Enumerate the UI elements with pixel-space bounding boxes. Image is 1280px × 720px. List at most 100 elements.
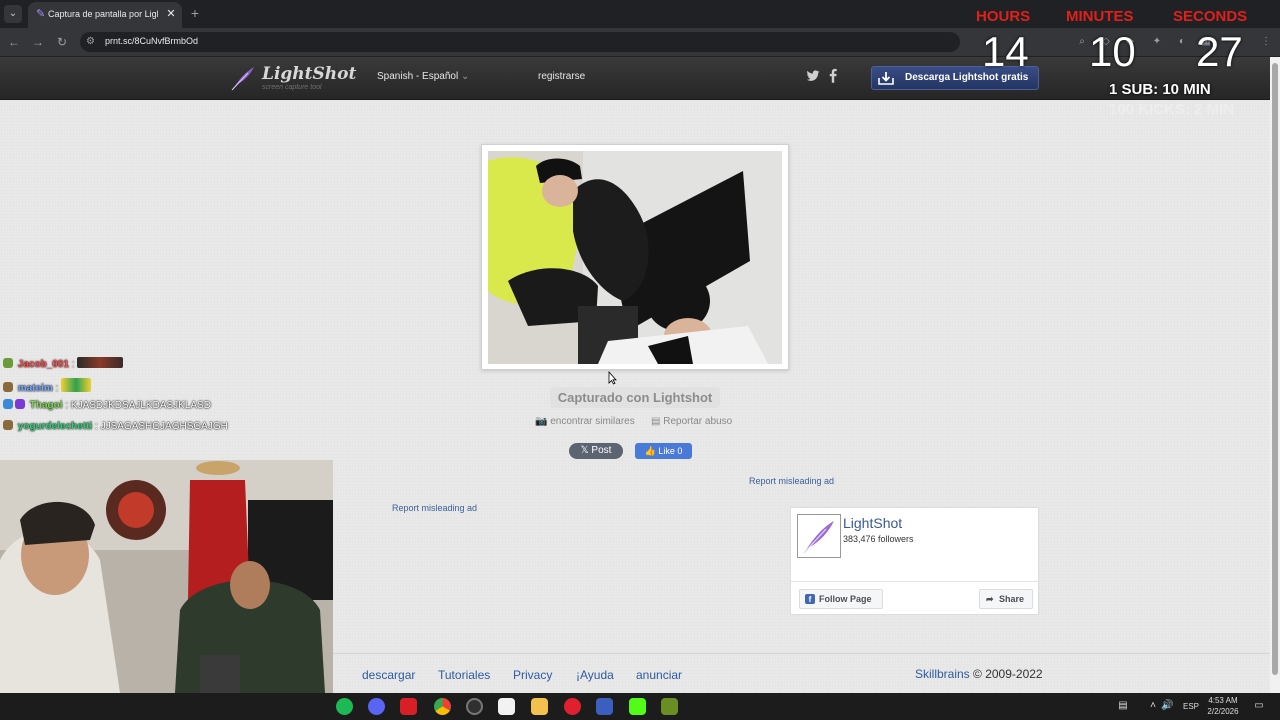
register-link[interactable]: registrarse bbox=[538, 71, 585, 82]
subathon-kick-rule: 100 KICKS: 2 MIN bbox=[1109, 101, 1235, 118]
extension-icon[interactable]: ◐ bbox=[1175, 34, 1189, 50]
subathon-sub-rule: 1 SUB: 10 MIN bbox=[1109, 81, 1211, 98]
footer-divider bbox=[333, 653, 1270, 654]
file-explorer-icon[interactable] bbox=[531, 698, 548, 715]
chat-badge-icon bbox=[15, 399, 25, 409]
url-text[interactable]: prnt.sc/8CuNvfBrmbOd bbox=[105, 36, 198, 46]
clock-date[interactable]: 2/2/2026 bbox=[1203, 707, 1243, 716]
like-label: Like 0 bbox=[658, 446, 683, 456]
facebook-icon[interactable] bbox=[829, 68, 837, 83]
capcut-icon[interactable] bbox=[498, 698, 515, 715]
screenshot-image[interactable] bbox=[488, 151, 782, 364]
address-bar[interactable]: ⚙ prnt.sc/8CuNvfBrmbOd bbox=[80, 32, 960, 52]
language-select[interactable]: Spanish - Español ⌄ bbox=[377, 71, 469, 82]
site-info-icon[interactable]: ⚙ bbox=[86, 35, 98, 49]
volume-icon[interactable]: 🔊 bbox=[1161, 700, 1173, 712]
feather-logo-icon bbox=[231, 67, 254, 91]
input-language[interactable]: ESP bbox=[1183, 702, 1199, 711]
emote-image bbox=[61, 378, 92, 392]
spotify-icon[interactable] bbox=[336, 698, 353, 715]
download-icon bbox=[878, 72, 894, 85]
clock-time[interactable]: 4:53 AM bbox=[1203, 696, 1243, 705]
divider bbox=[791, 581, 1040, 582]
fb-followers: 383,476 followers bbox=[843, 534, 914, 544]
discord-icon[interactable] bbox=[368, 698, 385, 715]
zoom-icon[interactable]: ⌕ bbox=[1075, 34, 1089, 50]
emote-image bbox=[77, 357, 124, 368]
extension-icon[interactable]: ✦ bbox=[1150, 34, 1164, 50]
footer-link-download[interactable]: descargar bbox=[362, 668, 415, 682]
tab-close-icon[interactable]: ✕ bbox=[164, 7, 178, 21]
chat-message: Thagoi : KJASDJKDSAJLKDASJKLASD bbox=[3, 399, 211, 415]
timer-seconds-label: SECONDS bbox=[1173, 8, 1248, 25]
footer-link-help[interactable]: ¡Ayuda bbox=[576, 668, 614, 682]
report-abuse-label: Reportar abuso bbox=[663, 416, 733, 427]
footer-link-advertise[interactable]: anunciar bbox=[636, 668, 682, 682]
find-similar-link[interactable]: 📷 encontrar similares bbox=[535, 416, 635, 427]
share-label: Share bbox=[999, 594, 1025, 604]
skillbrains-link[interactable]: Skillbrains bbox=[915, 667, 970, 681]
chat-message: Jacob_001 : bbox=[3, 357, 124, 373]
keyboard-icon[interactable]: ▤ bbox=[1117, 700, 1129, 712]
chevron-up-icon[interactable]: ˄ bbox=[1147, 700, 1159, 712]
captured-with-label: Capturado con Lightshot bbox=[550, 387, 720, 408]
screenshot-frame bbox=[481, 144, 789, 370]
tab-search-icon[interactable]: ⌄ bbox=[4, 5, 22, 23]
chat-message: mateim : bbox=[3, 378, 92, 394]
forward-icon[interactable]: → bbox=[30, 34, 46, 50]
feather-logo-icon bbox=[803, 521, 834, 554]
chat-badge-icon bbox=[3, 420, 13, 430]
timer-minutes-label: MINUTES bbox=[1066, 8, 1134, 25]
logo-subtitle: screen capture tool bbox=[262, 84, 322, 91]
twitter-icon[interactable] bbox=[806, 69, 820, 83]
screenshot-photo bbox=[488, 151, 782, 364]
report-icon: ▤ bbox=[651, 416, 661, 427]
kick-icon[interactable] bbox=[629, 698, 646, 715]
app-icon[interactable] bbox=[596, 698, 613, 715]
footer-link-privacy[interactable]: Privacy bbox=[513, 668, 552, 682]
new-tab-icon[interactable]: + bbox=[187, 5, 203, 21]
report-misleading-ad-right[interactable]: Report misleading ad bbox=[749, 476, 834, 486]
x-post-button[interactable]: 𝕏 Post bbox=[569, 443, 623, 459]
footer-copyright: Skillbrains © 2009-2022 bbox=[915, 667, 1043, 681]
webcam-video bbox=[0, 460, 333, 693]
media-app-icon[interactable] bbox=[400, 698, 417, 715]
copyright-text: © 2009-2022 bbox=[973, 667, 1043, 681]
reload-icon[interactable]: ↻ bbox=[54, 34, 70, 50]
chat-username: Jacob_001 bbox=[17, 359, 69, 370]
lightshot-avatar[interactable] bbox=[797, 514, 841, 558]
follow-page-label: Follow Page bbox=[819, 594, 872, 604]
camera-icon: 📷 bbox=[535, 416, 548, 427]
menu-icon[interactable]: ⋮ bbox=[1259, 34, 1273, 50]
browser-tab[interactable]: ✎ Captura de pantalla por Lightshot ✕ bbox=[28, 2, 182, 28]
page-scrollbar[interactable] bbox=[1270, 57, 1280, 693]
back-icon[interactable]: ← bbox=[6, 34, 22, 50]
timer-seconds: 27 bbox=[1196, 28, 1243, 75]
tab-title: Captura de pantalla por Lightshot bbox=[48, 9, 158, 19]
facebook-like-button[interactable]: 👍 Like 0 bbox=[635, 443, 692, 459]
chat-badge-icon bbox=[3, 358, 13, 368]
find-similar-label: encontrar similares bbox=[550, 416, 635, 427]
notification-icon[interactable]: ▭ bbox=[1253, 700, 1265, 712]
browser-toolbar: ← → ↻ ⚙ prnt.sc/8CuNvfBrmbOd ⌕ ◇ ◆ ✦ ◐ ▦… bbox=[0, 28, 1280, 56]
footer-link-tutorials[interactable]: Tutoriales bbox=[438, 668, 490, 682]
scrollbar-thumb[interactable] bbox=[1272, 63, 1278, 675]
opera-icon[interactable] bbox=[564, 698, 581, 715]
thumbs-up-icon: 👍 bbox=[644, 446, 656, 456]
chrome-icon[interactable] bbox=[434, 698, 451, 715]
follow-page-button[interactable]: f Follow Page bbox=[799, 589, 883, 609]
chat-text: JJSAGASHGJAGHSGAJGH bbox=[100, 421, 228, 432]
share-button[interactable]: ➦ Share bbox=[979, 589, 1033, 609]
chat-badge-icon bbox=[3, 382, 13, 392]
chat-username: mateim bbox=[17, 383, 53, 394]
lightshot-favicon-icon: ✎ bbox=[36, 8, 46, 20]
fb-page-name[interactable]: LightShot bbox=[843, 515, 902, 531]
logo-title[interactable]: LightShot bbox=[262, 64, 356, 84]
system-tray: ▤ ˄ 🔊 ESP 4:53 AM 2/2/2026 ▭ bbox=[1115, 693, 1280, 720]
report-misleading-ad-left[interactable]: Report misleading ad bbox=[392, 503, 477, 513]
mouse-cursor-icon bbox=[608, 371, 617, 385]
timer-hours-label: HOURS bbox=[976, 8, 1031, 25]
report-abuse-link[interactable]: ▤ Reportar abuso bbox=[651, 416, 732, 427]
minecraft-icon[interactable] bbox=[661, 698, 678, 715]
obs-icon[interactable] bbox=[466, 698, 483, 715]
